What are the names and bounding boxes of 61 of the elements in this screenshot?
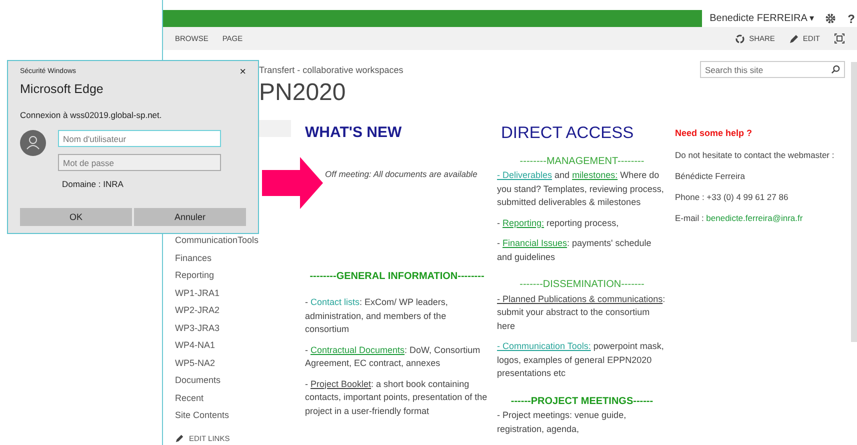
help-text: Bénédicte Ferreira [675,170,746,182]
section-title: --------GENERAL INFORMATION-------- [308,270,486,283]
link[interactable]: milestones: [572,170,618,180]
nav-item[interactable]: WP1-JRA1 [175,284,305,302]
paragraph: - Contractual Documents: DoW, Consortium Agreement, EC contract, annexes [305,344,482,370]
search-field[interactable]: Search this site [700,61,845,78]
section-title: ------PROJECT MEETINGS------ [510,394,654,408]
help-button[interactable]: ? [848,12,855,26]
nav-item[interactable]: WP5-NA2 [175,354,305,372]
domain-text: Domaine : INRA [62,179,124,189]
user-avatar-icon [20,130,46,156]
username-field[interactable]: Nom d'utilisateur [58,130,221,147]
settings-icon[interactable] [824,13,836,24]
nav-item[interactable]: Recent [175,390,305,407]
link[interactable]: Financial Issues [502,238,568,248]
sync-icon[interactable] [735,34,746,44]
nav-item[interactable]: WP2-JRA2 [175,302,305,320]
dialog-button[interactable]: Annuler [134,208,246,226]
paragraph: - Reporting: reporting process, [497,216,620,230]
news-item[interactable]: Off meeting: All documents are available [325,168,478,182]
close-button[interactable]: × [240,68,246,76]
dialog-button[interactable]: OK [20,208,132,226]
user-menu[interactable]: Benedicte FERREIRA ▾ [710,13,815,24]
paragraph: - Communication Tools: powerpoint mask, logos, examples of general EPPN2020 presentations etc [497,340,665,380]
nav-item[interactable]: CommunicationTools [175,232,305,250]
section-title: -------DISSEMINATION------- [518,278,646,292]
scrollbar[interactable] [851,62,857,342]
nav-item[interactable]: WP4-NA1 [175,337,305,354]
paragraph: - Project meetings: venue guide, registration, agenda, [497,409,628,436]
nav-item[interactable]: Site Contents [175,407,305,424]
nav-item[interactable]: Reporting [175,267,305,284]
link[interactable]: Contractual Documents [310,344,405,354]
help-text: Phone : +33 (0) 4 99 61 27 86 [675,190,790,204]
arrow-shape [262,157,323,209]
email-label: E-mail : [675,212,705,222]
help-text: Do not hesitate to contact the webmaster : [675,148,836,162]
paragraph: - Deliverables and milestones: Where do you stand? Templates, reviewing process, submitted deliverables & milestones [497,169,665,209]
site-title: PN2020 [259,79,347,107]
paragraph: - Contact lists: ExCom/ WP leaders, administration, and members of the consortium [305,296,449,336]
link[interactable]: Project Booklet [310,378,372,388]
breadcrumb[interactable]: Transfert - collaborative workspaces [259,65,404,75]
section-title: --------MANAGEMENT-------- [518,154,646,168]
dialog-message: Connexion à wss02019.global-sp.net. [20,110,163,120]
paragraph: - Project Booklet: a short book containing contacts, important points, presentation of the project in a user-friendly format [305,378,488,418]
email-link[interactable]: benedicte.ferreira@inra.fr [706,212,803,222]
nav-item[interactable]: WP3-JRA3 [175,320,305,337]
section-heading: DIRECT ACCESS [500,127,635,140]
pencil-icon[interactable] [175,434,184,442]
pencil-icon[interactable] [788,34,799,44]
link[interactable]: - Planned Publications & communications [497,294,663,304]
dialog-title: Microsoft Edge [20,82,104,96]
section-heading: WHAT'S NEW [305,126,403,143]
password-field[interactable]: Mot de passe [58,154,221,171]
paragraph: - Financial Issues: payments' schedule and guidelines [497,237,652,264]
nav-item[interactable]: Finances [175,250,305,267]
help-title: Need some help ? [675,127,754,140]
focus-icon[interactable] [834,33,845,44]
search-icon[interactable] [831,65,840,74]
paragraph: - Planned Publications & communications: submit your abstract to the consortium here [497,292,666,332]
link[interactable]: Reporting: [502,218,544,228]
nav-item[interactable]: Documents [175,372,305,390]
